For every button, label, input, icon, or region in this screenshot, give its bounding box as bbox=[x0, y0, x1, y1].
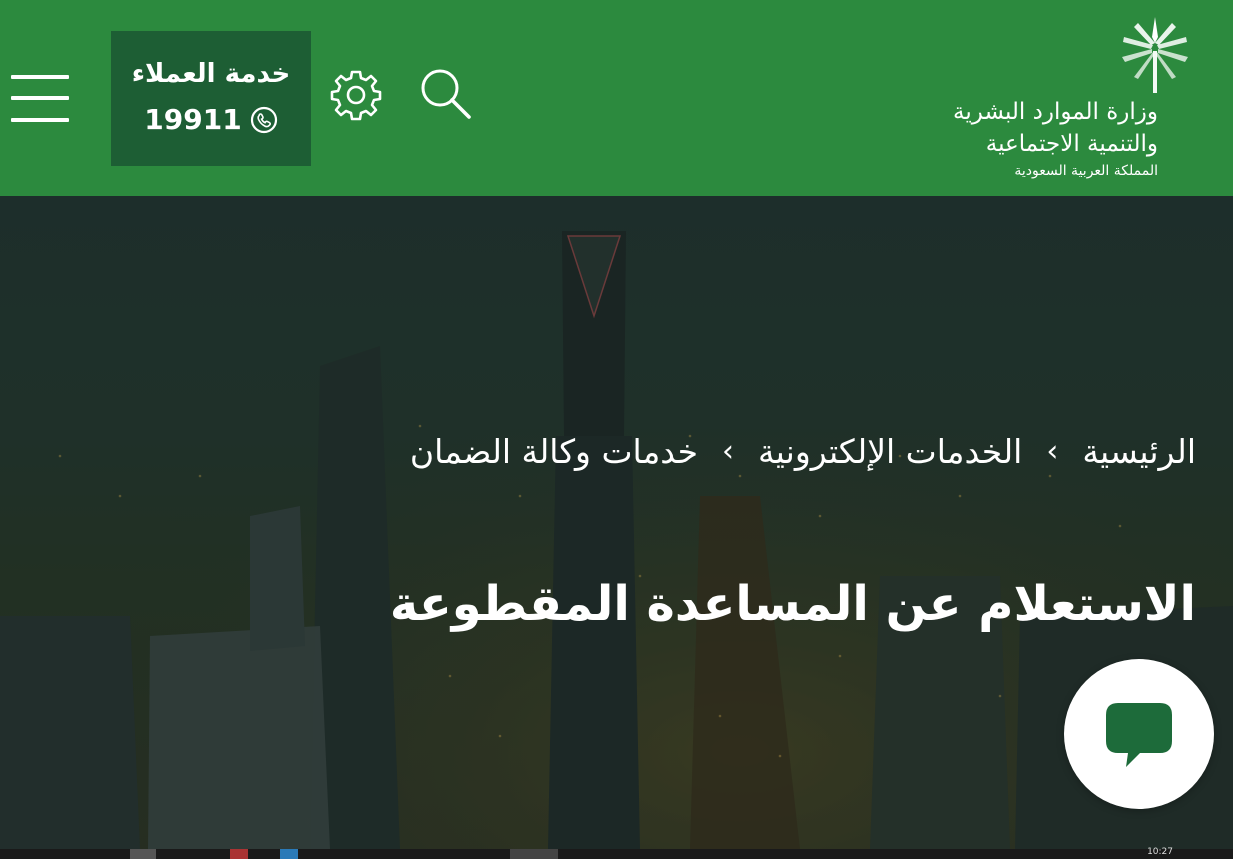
chat-bubble-icon bbox=[1106, 703, 1172, 767]
taskbar-app-icon[interactable] bbox=[130, 849, 156, 859]
os-taskbar: 10:27 bbox=[0, 847, 1233, 859]
taskbar-app-icon[interactable] bbox=[510, 849, 558, 859]
ministry-logo-icon bbox=[1122, 17, 1188, 93]
logo-line-1: وزارة الموارد البشرية bbox=[953, 99, 1158, 125]
breadcrumb-e-services[interactable]: الخدمات الإلكترونية bbox=[758, 432, 1022, 471]
breadcrumb-home[interactable]: الرئيسية bbox=[1082, 432, 1196, 471]
taskbar-app-icon[interactable] bbox=[280, 849, 298, 859]
chevron-left-icon: › bbox=[1046, 434, 1059, 469]
customer-service-phone: 19911 bbox=[111, 103, 311, 136]
hero-banner: الرئيسية › الخدمات الإلكترونية › خدمات و… bbox=[0, 196, 1233, 849]
menu-bar bbox=[11, 118, 69, 122]
menu-bar bbox=[11, 75, 69, 79]
customer-service-label: خدمة العملاء bbox=[131, 59, 291, 89]
chevron-left-icon: › bbox=[721, 434, 734, 469]
logo-line-3: المملكة العربية السعودية bbox=[1014, 163, 1158, 179]
site-header: خدمة العملاء 19911 وزارة الموارد البشرية… bbox=[0, 0, 1233, 196]
taskbar-app-icon[interactable] bbox=[230, 849, 248, 859]
breadcrumb: الرئيسية › الخدمات الإلكترونية › خدمات و… bbox=[410, 432, 1196, 471]
page-title: الاستعلام عن المساعدة المقطوعة bbox=[389, 576, 1196, 632]
menu-bar bbox=[11, 96, 69, 100]
ministry-logo-text: وزارة الموارد البشرية والتنمية الاجتماعي… bbox=[953, 96, 1158, 182]
search-button[interactable] bbox=[418, 66, 474, 122]
settings-button[interactable] bbox=[329, 68, 383, 122]
phone-number: 19911 bbox=[144, 103, 242, 136]
taskbar-clock: 10:27 bbox=[1147, 847, 1173, 857]
gear-icon bbox=[330, 70, 382, 121]
logo-line-2: والتنمية الاجتماعية bbox=[985, 131, 1158, 157]
hamburger-menu-icon[interactable] bbox=[11, 75, 69, 125]
breadcrumb-current: خدمات وكالة الضمان bbox=[409, 432, 698, 471]
chat-button[interactable] bbox=[1064, 659, 1214, 809]
customer-service-button[interactable]: خدمة العملاء 19911 bbox=[111, 31, 311, 166]
phone-icon bbox=[250, 106, 277, 133]
city-skyline-image bbox=[0, 196, 1233, 849]
search-icon bbox=[421, 69, 471, 119]
